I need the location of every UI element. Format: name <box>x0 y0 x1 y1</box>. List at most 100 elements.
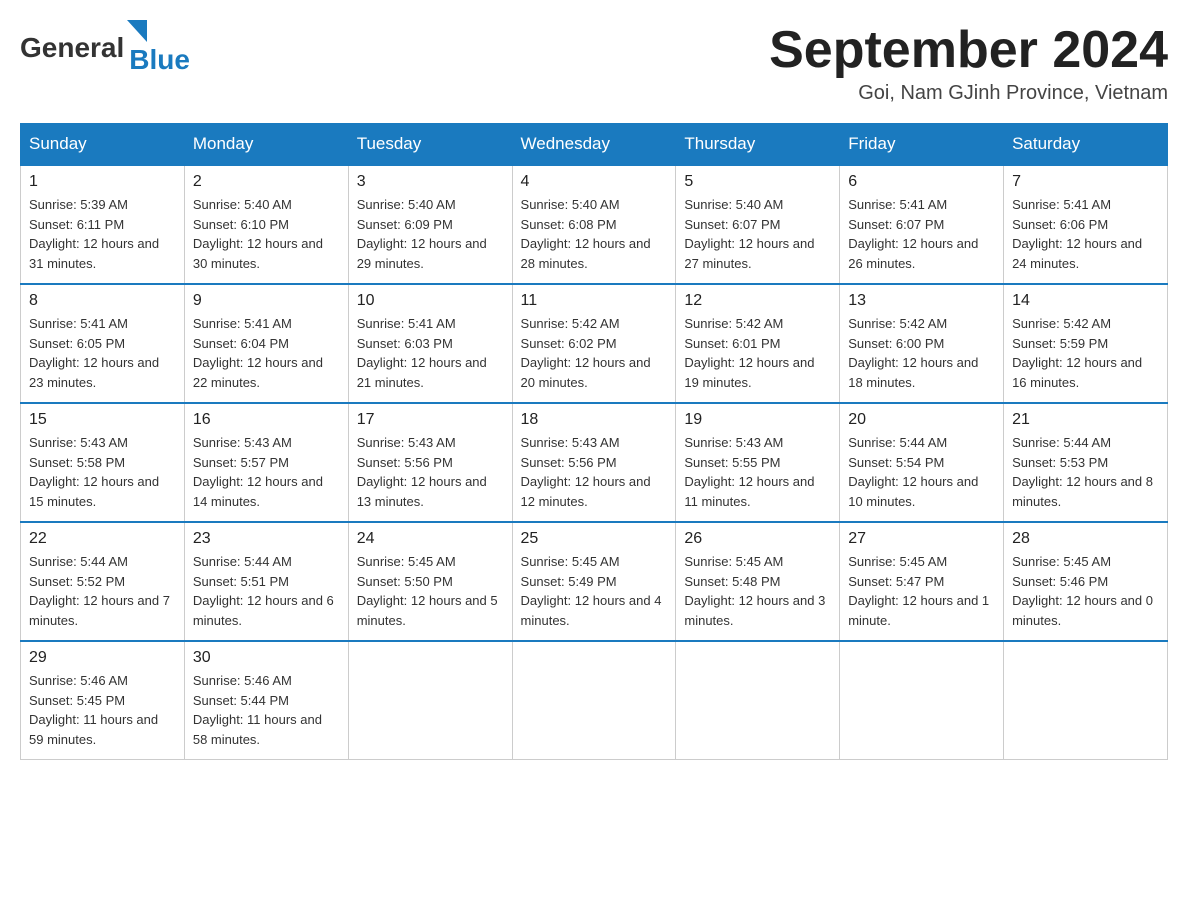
day-number: 15 <box>29 411 176 429</box>
location-title: Goi, Nam GJinh Province, Vietnam <box>769 82 1168 105</box>
day-number: 3 <box>357 173 504 191</box>
day-number: 23 <box>193 530 340 548</box>
calendar-cell: 20 Sunrise: 5:44 AM Sunset: 5:54 PM Dayl… <box>840 403 1004 522</box>
day-number: 18 <box>521 411 668 429</box>
day-info: Sunrise: 5:44 AM Sunset: 5:54 PM Dayligh… <box>848 435 978 509</box>
day-number: 14 <box>1012 292 1159 310</box>
day-info: Sunrise: 5:41 AM Sunset: 6:05 PM Dayligh… <box>29 316 159 390</box>
day-info: Sunrise: 5:45 AM Sunset: 5:49 PM Dayligh… <box>521 554 662 628</box>
day-info: Sunrise: 5:43 AM Sunset: 5:55 PM Dayligh… <box>684 435 814 509</box>
day-info: Sunrise: 5:42 AM Sunset: 6:01 PM Dayligh… <box>684 316 814 390</box>
day-info: Sunrise: 5:40 AM Sunset: 6:08 PM Dayligh… <box>521 197 651 271</box>
day-info: Sunrise: 5:44 AM Sunset: 5:53 PM Dayligh… <box>1012 435 1153 509</box>
day-info: Sunrise: 5:43 AM Sunset: 5:56 PM Dayligh… <box>521 435 651 509</box>
calendar-cell <box>676 641 840 760</box>
day-number: 20 <box>848 411 995 429</box>
calendar-cell: 3 Sunrise: 5:40 AM Sunset: 6:09 PM Dayli… <box>348 165 512 284</box>
calendar-cell: 10 Sunrise: 5:41 AM Sunset: 6:03 PM Dayl… <box>348 284 512 403</box>
calendar-cell: 11 Sunrise: 5:42 AM Sunset: 6:02 PM Dayl… <box>512 284 676 403</box>
day-info: Sunrise: 5:45 AM Sunset: 5:48 PM Dayligh… <box>684 554 825 628</box>
calendar-cell: 22 Sunrise: 5:44 AM Sunset: 5:52 PM Dayl… <box>21 522 185 641</box>
day-number: 11 <box>521 292 668 310</box>
day-info: Sunrise: 5:43 AM Sunset: 5:58 PM Dayligh… <box>29 435 159 509</box>
day-number: 28 <box>1012 530 1159 548</box>
logo: General Blue <box>20 20 190 76</box>
calendar-cell: 23 Sunrise: 5:44 AM Sunset: 5:51 PM Dayl… <box>184 522 348 641</box>
day-number: 1 <box>29 173 176 191</box>
calendar-cell: 1 Sunrise: 5:39 AM Sunset: 6:11 PM Dayli… <box>21 165 185 284</box>
title-block: September 2024 Goi, Nam GJinh Province, … <box>769 20 1168 105</box>
weekday-header-monday: Monday <box>184 124 348 166</box>
weekday-header-wednesday: Wednesday <box>512 124 676 166</box>
calendar-cell: 14 Sunrise: 5:42 AM Sunset: 5:59 PM Dayl… <box>1004 284 1168 403</box>
calendar-cell: 13 Sunrise: 5:42 AM Sunset: 6:00 PM Dayl… <box>840 284 1004 403</box>
day-info: Sunrise: 5:46 AM Sunset: 5:44 PM Dayligh… <box>193 673 322 747</box>
weekday-header-saturday: Saturday <box>1004 124 1168 166</box>
weekday-header-tuesday: Tuesday <box>348 124 512 166</box>
calendar-cell: 15 Sunrise: 5:43 AM Sunset: 5:58 PM Dayl… <box>21 403 185 522</box>
day-number: 22 <box>29 530 176 548</box>
day-info: Sunrise: 5:45 AM Sunset: 5:46 PM Dayligh… <box>1012 554 1153 628</box>
weekday-header-friday: Friday <box>840 124 1004 166</box>
day-number: 17 <box>357 411 504 429</box>
day-info: Sunrise: 5:45 AM Sunset: 5:47 PM Dayligh… <box>848 554 989 628</box>
day-info: Sunrise: 5:43 AM Sunset: 5:56 PM Dayligh… <box>357 435 487 509</box>
calendar-cell: 7 Sunrise: 5:41 AM Sunset: 6:06 PM Dayli… <box>1004 165 1168 284</box>
calendar-cell: 16 Sunrise: 5:43 AM Sunset: 5:57 PM Dayl… <box>184 403 348 522</box>
day-number: 8 <box>29 292 176 310</box>
day-info: Sunrise: 5:45 AM Sunset: 5:50 PM Dayligh… <box>357 554 498 628</box>
calendar-cell: 26 Sunrise: 5:45 AM Sunset: 5:48 PM Dayl… <box>676 522 840 641</box>
day-info: Sunrise: 5:44 AM Sunset: 5:52 PM Dayligh… <box>29 554 170 628</box>
calendar-cell <box>512 641 676 760</box>
day-number: 19 <box>684 411 831 429</box>
day-number: 9 <box>193 292 340 310</box>
day-number: 29 <box>29 649 176 667</box>
calendar-week-5: 29 Sunrise: 5:46 AM Sunset: 5:45 PM Dayl… <box>21 641 1168 760</box>
day-number: 4 <box>521 173 668 191</box>
weekday-header-sunday: Sunday <box>21 124 185 166</box>
day-info: Sunrise: 5:41 AM Sunset: 6:04 PM Dayligh… <box>193 316 323 390</box>
day-number: 7 <box>1012 173 1159 191</box>
page-header: General Blue September 2024 Goi, Nam GJi… <box>20 20 1168 105</box>
day-number: 16 <box>193 411 340 429</box>
logo-blue-text: Blue <box>129 44 190 76</box>
calendar-cell: 5 Sunrise: 5:40 AM Sunset: 6:07 PM Dayli… <box>676 165 840 284</box>
calendar-week-2: 8 Sunrise: 5:41 AM Sunset: 6:05 PM Dayli… <box>21 284 1168 403</box>
calendar-table: SundayMondayTuesdayWednesdayThursdayFrid… <box>20 123 1168 760</box>
calendar-cell: 27 Sunrise: 5:45 AM Sunset: 5:47 PM Dayl… <box>840 522 1004 641</box>
day-number: 5 <box>684 173 831 191</box>
calendar-cell: 6 Sunrise: 5:41 AM Sunset: 6:07 PM Dayli… <box>840 165 1004 284</box>
day-info: Sunrise: 5:39 AM Sunset: 6:11 PM Dayligh… <box>29 197 159 271</box>
calendar-cell: 25 Sunrise: 5:45 AM Sunset: 5:49 PM Dayl… <box>512 522 676 641</box>
day-number: 12 <box>684 292 831 310</box>
calendar-cell: 28 Sunrise: 5:45 AM Sunset: 5:46 PM Dayl… <box>1004 522 1168 641</box>
day-info: Sunrise: 5:41 AM Sunset: 6:07 PM Dayligh… <box>848 197 978 271</box>
calendar-cell: 30 Sunrise: 5:46 AM Sunset: 5:44 PM Dayl… <box>184 641 348 760</box>
day-number: 6 <box>848 173 995 191</box>
day-info: Sunrise: 5:43 AM Sunset: 5:57 PM Dayligh… <box>193 435 323 509</box>
calendar-cell: 17 Sunrise: 5:43 AM Sunset: 5:56 PM Dayl… <box>348 403 512 522</box>
day-number: 24 <box>357 530 504 548</box>
month-title: September 2024 <box>769 20 1168 80</box>
calendar-week-1: 1 Sunrise: 5:39 AM Sunset: 6:11 PM Dayli… <box>21 165 1168 284</box>
day-info: Sunrise: 5:46 AM Sunset: 5:45 PM Dayligh… <box>29 673 158 747</box>
day-number: 30 <box>193 649 340 667</box>
weekday-header-thursday: Thursday <box>676 124 840 166</box>
day-number: 13 <box>848 292 995 310</box>
calendar-cell: 29 Sunrise: 5:46 AM Sunset: 5:45 PM Dayl… <box>21 641 185 760</box>
calendar-cell: 2 Sunrise: 5:40 AM Sunset: 6:10 PM Dayli… <box>184 165 348 284</box>
calendar-header-row: SundayMondayTuesdayWednesdayThursdayFrid… <box>21 124 1168 166</box>
day-info: Sunrise: 5:42 AM Sunset: 6:02 PM Dayligh… <box>521 316 651 390</box>
day-number: 26 <box>684 530 831 548</box>
day-number: 27 <box>848 530 995 548</box>
day-number: 21 <box>1012 411 1159 429</box>
logo-general-text: General <box>20 32 124 64</box>
calendar-cell <box>840 641 1004 760</box>
day-info: Sunrise: 5:40 AM Sunset: 6:09 PM Dayligh… <box>357 197 487 271</box>
day-number: 25 <box>521 530 668 548</box>
day-info: Sunrise: 5:42 AM Sunset: 5:59 PM Dayligh… <box>1012 316 1142 390</box>
calendar-week-3: 15 Sunrise: 5:43 AM Sunset: 5:58 PM Dayl… <box>21 403 1168 522</box>
calendar-cell: 18 Sunrise: 5:43 AM Sunset: 5:56 PM Dayl… <box>512 403 676 522</box>
calendar-cell: 8 Sunrise: 5:41 AM Sunset: 6:05 PM Dayli… <box>21 284 185 403</box>
calendar-cell: 21 Sunrise: 5:44 AM Sunset: 5:53 PM Dayl… <box>1004 403 1168 522</box>
